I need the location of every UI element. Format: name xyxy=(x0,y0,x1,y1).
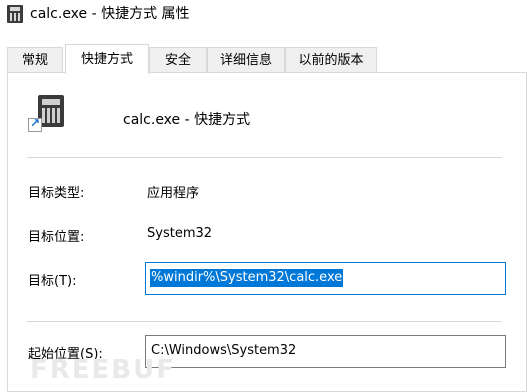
tab-strip: 常规 快捷方式 安全 详细信息 以前的版本 xyxy=(7,44,527,74)
target-type-value: 应用程序 xyxy=(147,186,200,201)
target-location-label: 目标位置: xyxy=(28,230,85,245)
shortcut-name: calc.exe - 快捷方式 xyxy=(123,112,251,128)
title-bar: calc.exe - 快捷方式 属性 xyxy=(0,0,531,30)
calculator-icon xyxy=(7,5,23,23)
tab-shortcut[interactable]: 快捷方式 xyxy=(65,44,149,74)
tab-general[interactable]: 常规 xyxy=(7,47,63,72)
target-location-value: System32 xyxy=(147,226,213,241)
watermark: FREEBUF xyxy=(30,355,176,385)
start-in-input[interactable]: C:\Windows\System32 xyxy=(145,335,506,368)
target-type-label: 目标类型: xyxy=(28,186,85,201)
divider xyxy=(27,157,502,158)
divider xyxy=(27,321,502,322)
target-input[interactable]: %windir%\System32\calc.exe xyxy=(145,262,506,295)
target-label: 目标(T): xyxy=(28,274,77,289)
tab-details[interactable]: 详细信息 xyxy=(207,47,285,72)
target-input-value: %windir%\System32\calc.exe xyxy=(150,269,344,287)
shortcut-arrow-icon: ↗ xyxy=(28,116,42,132)
tab-security[interactable]: 安全 xyxy=(149,47,207,72)
shortcut-calculator-icon: ↗ xyxy=(28,95,66,135)
window-title: calc.exe - 快捷方式 属性 xyxy=(30,6,190,22)
tab-previous-versions[interactable]: 以前的版本 xyxy=(285,47,377,72)
